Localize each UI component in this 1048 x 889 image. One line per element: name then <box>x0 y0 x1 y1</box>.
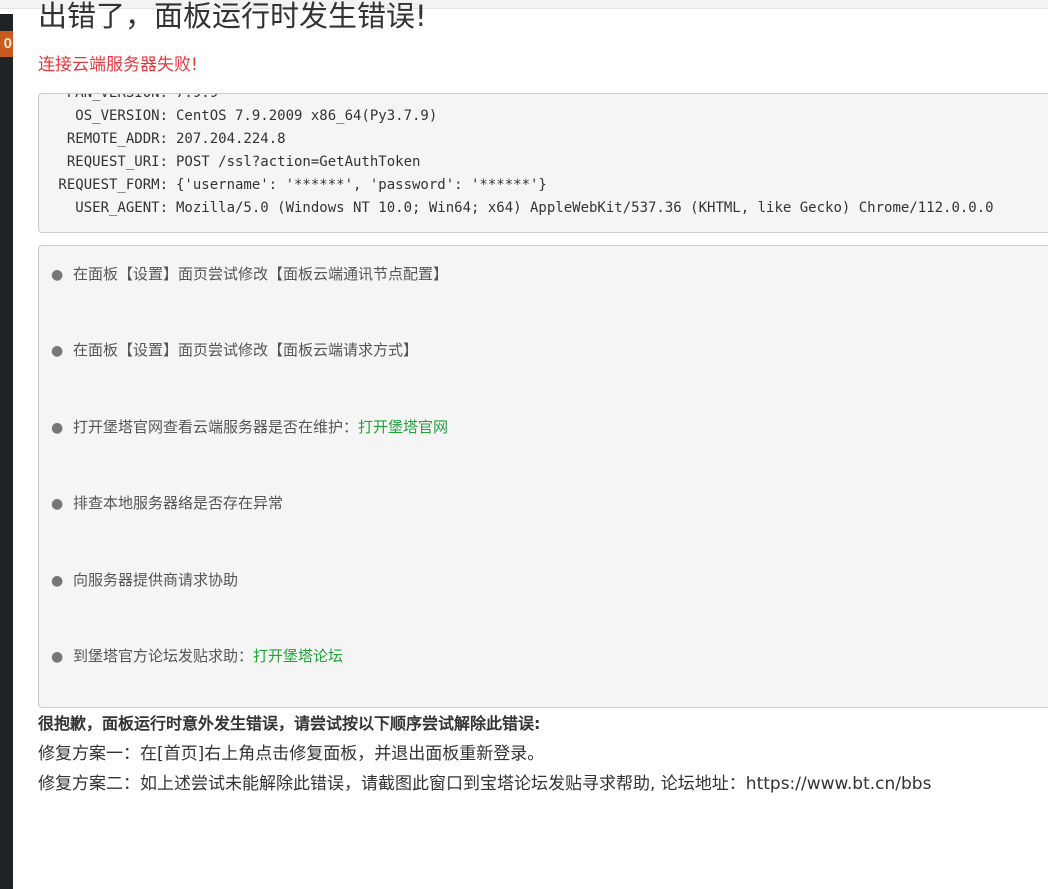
list-item: ● 向服务器提供商请求协助 <box>51 568 238 592</box>
environment-info-box: PAN_VERSION: 7.9.9 OS_VERSION: CentOS 7.9.… <box>38 93 1048 233</box>
tip-text: 在面板【设置】面页尝试修改【面板云端通讯节点配置】 <box>73 265 449 283</box>
bullet-icon: ● <box>51 649 64 665</box>
env-row-user-agent: USER_AGENT: Mozilla/5.0 (Windows NT 10.0;… <box>39 197 994 220</box>
env-row-request-uri: REQUEST_URI: POST /ssl?action=GetAuthToke… <box>39 151 421 174</box>
bullet-icon: ● <box>51 420 64 436</box>
fix-solution-two: 修复方案二：如上述尝试未能解除此错误，请截图此窗口到宝塔论坛发贴寻求帮助, 论坛… <box>38 774 932 794</box>
env-key: OS_VERSION: <box>75 108 168 124</box>
env-row-pan-version: PAN_VERSION: 7.9.9 <box>39 93 219 105</box>
page-title: 出错了，面板运行时发生错误! <box>38 0 427 33</box>
list-item: ● 排查本地服务器络是否存在异常 <box>51 491 283 515</box>
bullet-icon: ● <box>51 343 64 359</box>
tip-text: 向服务器提供商请求协助 <box>73 571 239 589</box>
fix-solution-one: 修复方案一：在[首页]右上角点击修复面板，并退出面板重新登录。 <box>38 744 545 764</box>
tip-text: 排查本地服务器络是否存在异常 <box>73 494 284 512</box>
left-sidebar-strip <box>0 14 13 889</box>
env-value: CentOS 7.9.2009 x86_64(Py3.7.9) <box>176 108 438 124</box>
env-key: REMOTE_ADDR: <box>66 131 168 147</box>
tip-text: 在面板【设置】面页尝试修改【面板云端请求方式】 <box>73 341 419 359</box>
bullet-icon: ● <box>51 267 64 283</box>
tip-text: 打开堡塔官网查看云端服务器是否在维护： <box>73 418 359 436</box>
env-row-os-version: OS_VERSION: CentOS 7.9.2009 x86_64(Py3.7.… <box>39 105 437 128</box>
env-key: PAN_VERSION: <box>66 93 168 101</box>
troubleshooting-tips-box: ● 在面板【设置】面页尝试修改【面板云端通讯节点配置】 ● 在面板【设置】面页尝试修… <box>38 245 1048 708</box>
env-key: USER_AGENT: <box>75 200 168 216</box>
env-row-remote-addr: REMOTE_ADDR: 207.204.224.8 <box>39 128 286 151</box>
list-item: ● 打开堡塔官网查看云端服务器是否在维护：打开堡塔官网 <box>51 415 448 439</box>
open-bt-forum-link[interactable]: 打开堡塔论坛 <box>253 647 343 665</box>
list-item: ● 到堡塔官方论坛发贴求助：打开堡塔论坛 <box>51 644 343 668</box>
env-value: 7.9.9 <box>176 93 219 101</box>
env-row-request-form: REQUEST_FORM: {'username': '******', 'pas… <box>39 174 547 197</box>
env-value: {'username': '******', 'password': '****… <box>176 177 547 193</box>
env-key: REQUEST_FORM: <box>58 177 168 193</box>
env-value: Mozilla/5.0 (Windows NT 10.0; Win64; x64… <box>176 200 994 216</box>
sidebar-badge[interactable]: 0 <box>0 31 13 57</box>
error-message: 连接云端服务器失败! <box>38 55 198 75</box>
tip-text: 到堡塔官方论坛发贴求助： <box>73 647 254 665</box>
env-value: 207.204.224.8 <box>176 131 286 147</box>
list-item: ● 在面板【设置】面页尝试修改【面板云端请求方式】 <box>51 338 418 362</box>
open-bt-website-link[interactable]: 打开堡塔官网 <box>358 418 448 436</box>
list-item: ● 在面板【设置】面页尝试修改【面板云端通讯节点配置】 <box>51 262 448 286</box>
bullet-icon: ● <box>51 573 64 589</box>
env-key: REQUEST_URI: <box>66 154 168 170</box>
apology-heading: 很抱歉，面板运行时意外发生错误，请尝试按以下顺序尝试解除此错误: <box>38 714 541 733</box>
error-page: 出错了，面板运行时发生错误! 连接云端服务器失败! PAN_VERSION: 7.… <box>38 0 1048 889</box>
env-value: POST /ssl?action=GetAuthToken <box>176 154 421 170</box>
bullet-icon: ● <box>51 496 64 512</box>
